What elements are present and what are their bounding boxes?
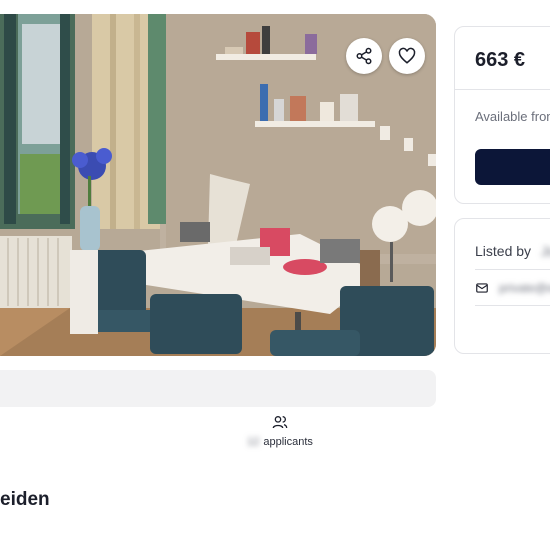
mail-icon: [476, 283, 488, 293]
apply-button[interactable]: [475, 149, 550, 185]
city-heading: eiden: [0, 489, 50, 510]
share-button[interactable]: [346, 38, 382, 74]
listed-by-label: Listed by: [475, 243, 532, 259]
contact-row[interactable]: private@email.com: [475, 281, 550, 295]
applicants-stat: 12 applicants: [230, 414, 330, 448]
divider: [475, 305, 550, 306]
listed-by-row: Listed by Joanne: [475, 243, 550, 259]
divider: [475, 269, 550, 270]
contact-email[interactable]: private@email.com: [499, 281, 550, 295]
heart-icon: [398, 47, 416, 64]
price: 663 €: [475, 49, 526, 71]
available-from-label: Available from: [475, 109, 550, 124]
applicants-label: applicants: [263, 436, 313, 448]
share-icon: [356, 47, 372, 65]
users-icon: [272, 416, 288, 429]
price-card: 663 € Available from: [454, 26, 550, 204]
divider: [455, 89, 550, 90]
favorite-button[interactable]: [389, 38, 425, 74]
lister-name[interactable]: Joanne: [541, 243, 550, 259]
photo-gallery[interactable]: [0, 14, 436, 356]
applicants-count: 12: [247, 436, 260, 448]
lister-card: Listed by Joanne private@email.com: [454, 218, 550, 354]
info-bar: [0, 370, 436, 407]
